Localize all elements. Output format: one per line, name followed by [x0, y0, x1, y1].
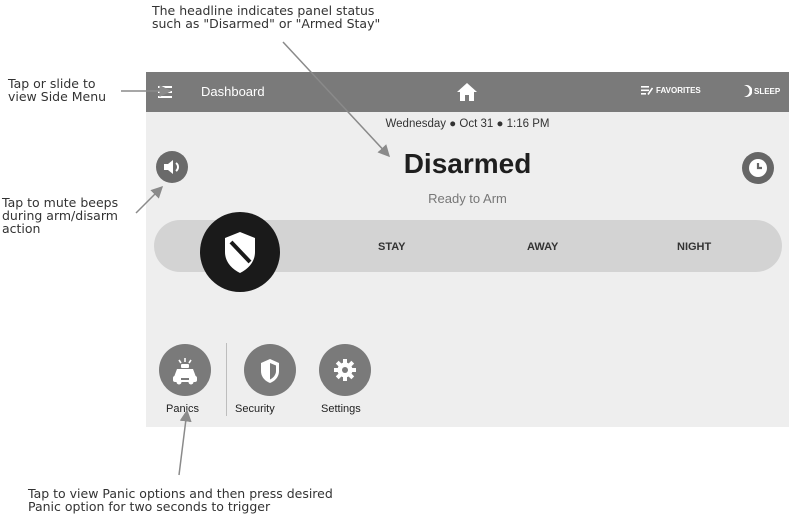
panic-arrow [178, 409, 192, 476]
callout-arrows [121, 41, 391, 476]
headline-arrow [282, 41, 391, 158]
mute-arrow [135, 185, 164, 214]
